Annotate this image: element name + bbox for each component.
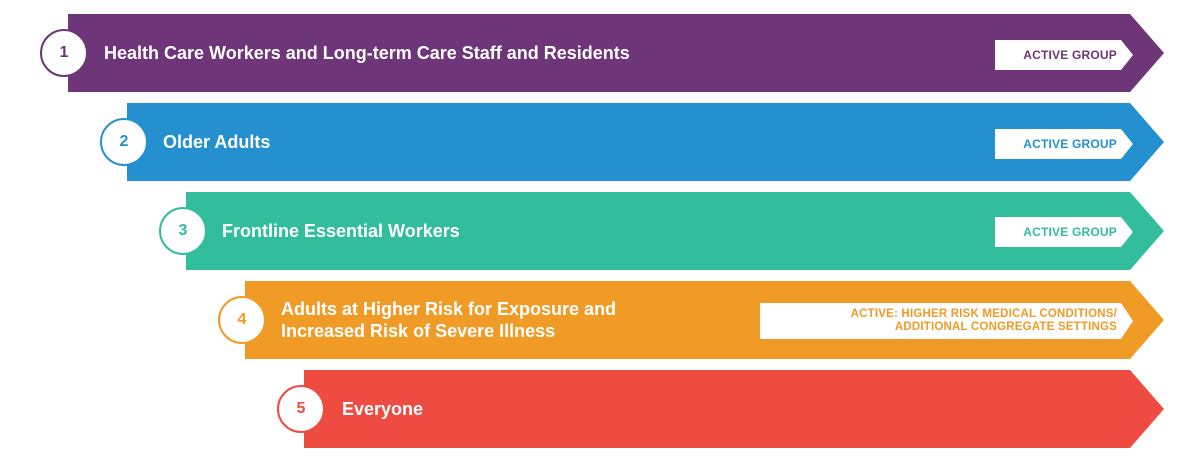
group-4-number-badge: 4: [218, 296, 266, 344]
group-3-number-badge: 3: [159, 207, 207, 255]
group-1-number: 1: [59, 44, 69, 61]
group-2-status: ACTIVE GROUP: [1023, 136, 1117, 151]
group-2-number-badge: 2: [100, 118, 148, 166]
group-1-number-badge: 1: [40, 29, 88, 77]
group-4-title-line-2: Increased Risk of Severe Illness: [281, 321, 556, 341]
group-3-status: ACTIVE GROUP: [1023, 224, 1117, 239]
group-5-title: Everyone: [342, 399, 424, 419]
group-4-status-line-2: ADDITIONAL CONGREGATE SETTINGS: [894, 321, 1117, 333]
group-3-number: 3: [178, 222, 188, 239]
group-2-number: 2: [119, 133, 129, 150]
group-1-title: Health Care Workers and Long-term Care S…: [104, 43, 630, 63]
group-2-title: Older Adults: [163, 132, 271, 152]
group-3-title: Frontline Essential Workers: [222, 221, 460, 241]
group-4-status-badge: ACTIVE: HIGHER RISK MEDICAL CONDITIONS/ …: [760, 303, 1133, 339]
group-1-status: ACTIVE GROUP: [1023, 47, 1117, 62]
group-4-title: Adults at Higher Risk for Exposure and I…: [281, 281, 616, 359]
group-3-status-badge: ACTIVE GROUP: [995, 217, 1133, 247]
group-4-status-line-1: ACTIVE: HIGHER RISK MEDICAL CONDITIONS/: [850, 308, 1117, 320]
group-5-number: 5: [296, 400, 306, 417]
group-2-status-badge: ACTIVE GROUP: [995, 129, 1133, 159]
group-1-status-badge: ACTIVE GROUP: [995, 40, 1133, 70]
group-4-number: 4: [237, 311, 247, 328]
group-5-number-badge: 5: [277, 385, 325, 433]
group-5-banner: [304, 370, 1164, 448]
group-4-title-line-1: Adults at Higher Risk for Exposure and: [281, 299, 617, 319]
